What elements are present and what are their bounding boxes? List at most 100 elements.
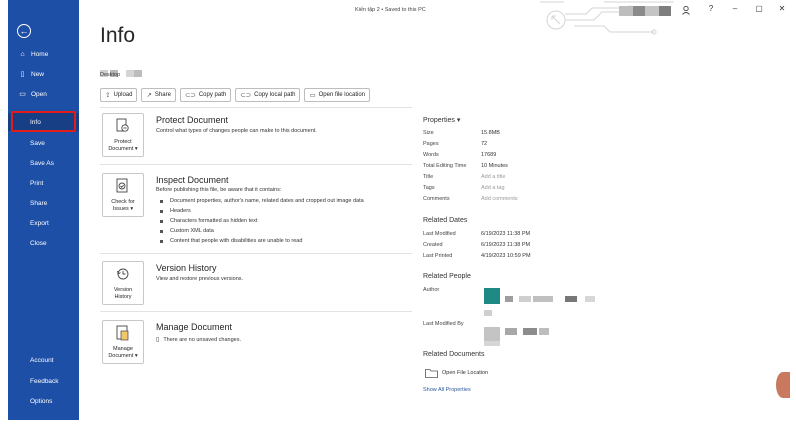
property-row: Size 15.8MB [423, 130, 623, 140]
tags-field[interactable]: Add a tag [481, 185, 505, 195]
last-modified-by-label: Last Modified By [423, 321, 464, 327]
nav-home[interactable]: ⌂ Home [8, 45, 79, 63]
copy-local-path-button[interactable]: ⊂⊃ Copy local path [235, 88, 301, 102]
nav-feedback[interactable]: Feedback [8, 372, 79, 390]
inspect-tile-line1: Check for [111, 199, 135, 205]
nav-save[interactable]: Save [8, 134, 79, 152]
property-row: Title Add a title [423, 174, 623, 184]
nav-export-label: Export [30, 219, 49, 227]
protect-document-title: Protect Document [156, 115, 229, 125]
related-documents-header: Related Documents [423, 351, 485, 358]
divider [100, 107, 412, 108]
check-for-issues-button[interactable]: Check for Issues ▾ [102, 173, 144, 217]
show-all-properties-link[interactable]: Show All Properties [423, 387, 471, 393]
document-status-icon: ▯ [156, 337, 160, 343]
manage-document-status: ▯ There are no unsaved changes. [156, 336, 241, 344]
date-value: 6/19/2023 11:38 PM [481, 242, 531, 248]
protect-document-button[interactable]: Protect Document ▾ [102, 113, 144, 157]
nav-options[interactable]: Options [8, 392, 79, 410]
link-icon: ⊂⊃ [184, 92, 196, 99]
document-location: Desktop [100, 72, 121, 78]
property-row: Comments Add comments [423, 196, 623, 206]
version-tile-line2: History [114, 294, 132, 300]
floating-action-button[interactable] [776, 372, 790, 398]
redacted-name [505, 328, 517, 335]
upload-button[interactable]: ⇪ Upload [100, 88, 138, 102]
date-value: 4/19/2023 10:59 PM [481, 253, 531, 259]
upload-label: Upload [113, 92, 133, 98]
open-file-location-button[interactable]: ▭ Open file location [304, 88, 370, 102]
property-key: Pages [423, 141, 439, 147]
inspect-document-desc: Before publishing this file, be aware th… [156, 187, 282, 193]
title-field[interactable]: Add a title [481, 174, 505, 184]
coauthor-icon[interactable] [681, 5, 691, 15]
nav-account[interactable]: Account [8, 351, 79, 369]
list-item: Characters formatted as hidden text [160, 216, 364, 226]
nav-close[interactable]: Close [8, 234, 79, 252]
author-label: Author [423, 287, 440, 293]
nav-options-label: Options [30, 397, 53, 405]
manage-tile-line1: Manage [113, 346, 133, 352]
maximize-icon[interactable]: ▢ [753, 4, 765, 13]
property-key: Total Editing Time [423, 163, 467, 169]
avatar [484, 288, 500, 304]
nav-export[interactable]: Export [8, 214, 79, 232]
divider [100, 311, 412, 312]
nav-print[interactable]: Print [8, 174, 79, 192]
nav-save-as[interactable]: Save As [8, 154, 79, 172]
redacted-name [585, 296, 595, 302]
back-arrow-icon[interactable]: ← [17, 24, 31, 38]
date-row: Last Printed 4/19/2023 10:59 PM [423, 253, 623, 263]
property-key: Comments [423, 196, 450, 202]
lock-key-icon [116, 118, 129, 132]
nav-open-label: Open [31, 90, 47, 98]
version-history-button[interactable]: Version History [102, 261, 144, 305]
copy-local-path-label: Copy local path [254, 92, 296, 98]
nav-feedback-label: Feedback [30, 377, 59, 385]
comments-field[interactable]: Add comments [481, 196, 518, 206]
open-file-location-link[interactable]: Open File Location [425, 367, 575, 379]
date-key: Created [423, 242, 443, 248]
page-title: Info [100, 24, 136, 47]
nav-home-label: Home [31, 50, 49, 58]
share-button[interactable]: ↗ Share [141, 88, 176, 102]
backstage-nav: ← ⌂ Home ▯ New ▭ Open Info Save Save As … [8, 0, 79, 420]
copy-path-button[interactable]: ⊂⊃ Copy path [179, 88, 232, 102]
properties-dropdown[interactable]: Properties ▾ [423, 116, 460, 124]
home-icon: ⌂ [20, 50, 25, 58]
list-item: Content that people with disabilities ar… [160, 236, 364, 246]
protect-tile-line1: Protect [114, 139, 132, 145]
new-document-icon: ▯ [20, 71, 25, 78]
avatar [484, 327, 500, 341]
property-key: Words [423, 152, 439, 158]
manage-tile-line2: Document ▾ [108, 353, 138, 359]
nav-print-label: Print [30, 179, 44, 187]
minimize-icon[interactable]: – [729, 4, 741, 13]
open-folder-icon: ▭ [19, 91, 26, 98]
help-icon[interactable]: ? [705, 4, 717, 13]
manage-document-title: Manage Document [156, 322, 233, 332]
property-value: 15.8MB [481, 130, 500, 136]
info-highlight-box [11, 111, 76, 132]
property-key: Size [423, 130, 434, 136]
version-history-title: Version History [156, 263, 217, 273]
property-row: Words 17689 [423, 152, 623, 162]
redacted-name [565, 296, 577, 302]
property-row: Total Editing Time 10 Minutes [423, 163, 623, 173]
nav-share[interactable]: Share [8, 194, 79, 212]
inspect-items-list: Document properties, author's name, rela… [160, 196, 364, 246]
inspect-tile-line2: Issues ▾ [112, 206, 134, 212]
nav-open[interactable]: ▭ Open [8, 85, 79, 103]
link-icon: ⊂⊃ [240, 92, 252, 99]
nav-save-label: Save [30, 139, 45, 147]
nav-close-label: Close [30, 239, 47, 247]
share-icon: ↗ [146, 92, 152, 99]
related-people-header: Related People [423, 273, 471, 280]
manage-document-button[interactable]: Manage Document ▾ [102, 320, 144, 364]
open-file-location-text: Open File Location [442, 370, 489, 376]
nav-new[interactable]: ▯ New [8, 65, 79, 83]
close-window-icon[interactable]: ✕ [776, 4, 788, 13]
property-value: 10 Minutes [481, 163, 508, 169]
redacted-name [519, 296, 531, 302]
related-dates-header: Related Dates [423, 217, 468, 224]
